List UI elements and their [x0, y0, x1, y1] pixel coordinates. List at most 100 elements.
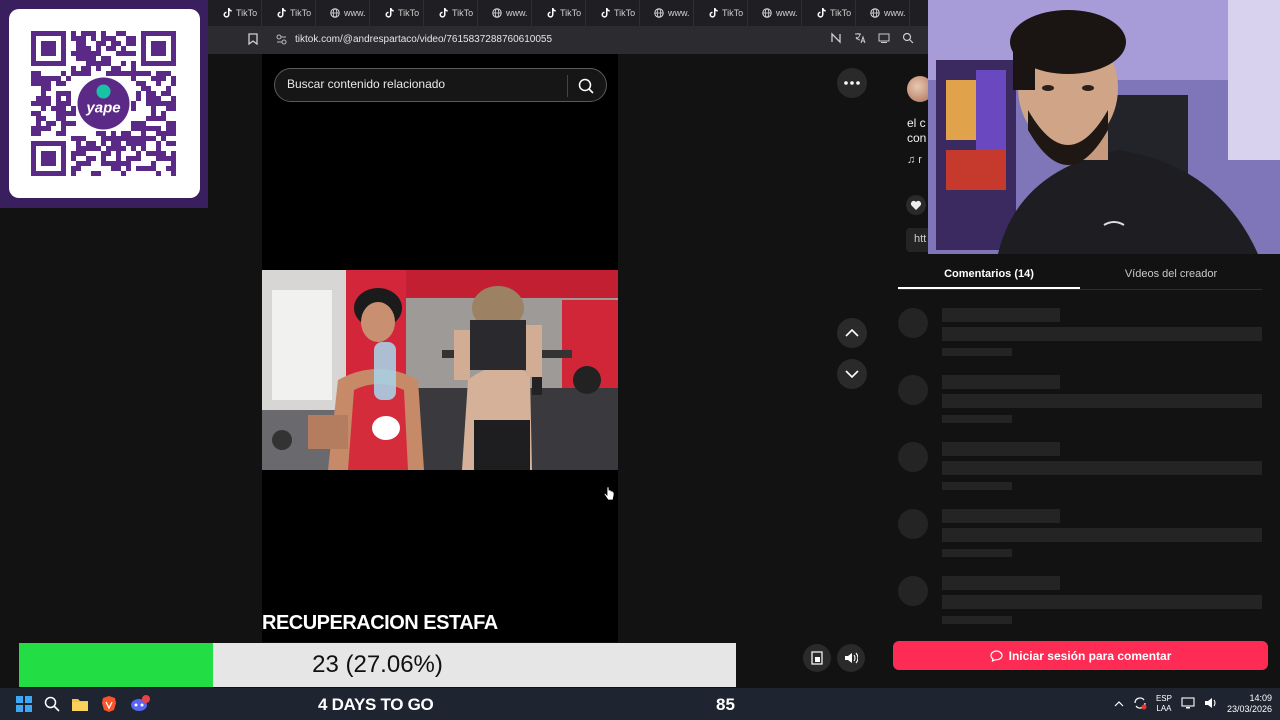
browser-tab[interactable]: www.: [856, 0, 910, 26]
next-video-button[interactable]: [837, 359, 867, 389]
browser-tab-label: www.: [344, 8, 366, 18]
goal-counter: 85: [716, 695, 735, 714]
bookmark-icon[interactable]: [248, 33, 258, 48]
url-text[interactable]: tiktok.com/@andrespartaco/video/76158372…: [295, 34, 552, 45]
mini-player-icon: [811, 651, 823, 665]
tiktok-icon: [276, 8, 286, 18]
tab-comments[interactable]: Comentarios (14): [898, 260, 1080, 289]
search-divider: [567, 75, 568, 97]
qr-overlay: yape: [0, 0, 208, 208]
start-button[interactable]: [12, 692, 36, 716]
tiktok-icon: [816, 8, 826, 18]
music-label[interactable]: ♫ r: [907, 154, 922, 166]
browser-tab[interactable]: www.: [640, 0, 694, 26]
comment-skeleton: [898, 576, 1268, 636]
discord-icon: [131, 695, 150, 711]
panel-tabs: Comentarios (14) Vídeos del creador: [898, 260, 1262, 290]
input-language[interactable]: ESP LAA: [1156, 694, 1172, 714]
screen: TikTo TikTo www. TikTo TikTo www. TikTo TikTo ww…: [0, 0, 1280, 720]
tiktok-icon: [708, 8, 718, 18]
browser-tab[interactable]: TikTo: [586, 0, 640, 26]
browser-tab[interactable]: TikTo: [208, 0, 262, 26]
windows-logo-icon: [16, 696, 32, 712]
search-input[interactable]: [287, 77, 557, 91]
browser-tab[interactable]: www.: [478, 0, 532, 26]
brave-icon: [102, 696, 116, 712]
browser-tab[interactable]: TikTo: [262, 0, 316, 26]
qr-card: yape: [9, 9, 200, 198]
globe-icon: [330, 8, 340, 18]
webcam-overlay: [928, 0, 1280, 254]
video-frame: [262, 270, 618, 470]
site-settings-icon[interactable]: [276, 34, 287, 48]
tiktok-icon: [222, 8, 232, 18]
comment-skeleton: [898, 442, 1268, 502]
floating-player-button[interactable]: [803, 644, 831, 672]
sync-icon[interactable]: [1133, 696, 1147, 712]
qr-code-image: yape: [31, 31, 176, 176]
clock-time: 14:09: [1249, 693, 1272, 703]
file-explorer-button[interactable]: [68, 692, 92, 716]
chevron-up-icon: [845, 329, 859, 337]
tiktok-icon: [546, 8, 556, 18]
heart-icon: [910, 200, 922, 210]
translate-icon[interactable]: [854, 32, 866, 47]
address-bar[interactable]: tiktok.com/@andrespartaco/video/76158372…: [208, 26, 928, 54]
more-options-button[interactable]: [837, 68, 867, 98]
progress-text: 23 (27.06%): [19, 643, 736, 687]
gym-scene-image: [262, 270, 618, 470]
streamer-webcam-image: [928, 0, 1280, 254]
system-tray: ESP LAA 14:09 23/03/2026: [1114, 690, 1272, 718]
previous-video-button[interactable]: [837, 318, 867, 348]
search-taskbar-button[interactable]: [40, 692, 64, 716]
chevron-down-icon: [845, 370, 859, 378]
browser-tab[interactable]: www.: [748, 0, 802, 26]
browser-tab-label: TikTo: [290, 8, 312, 18]
browser-tabstrip: TikTo TikTo www. TikTo TikTo www. TikTo TikTo ww…: [208, 0, 928, 26]
browser-tab[interactable]: TikTo: [802, 0, 856, 26]
browser-tab-label: www.: [776, 8, 798, 18]
discord-button[interactable]: [128, 692, 152, 716]
browser-tab[interactable]: TikTo: [694, 0, 748, 26]
folder-icon: [72, 699, 88, 711]
browser-tab[interactable]: TikTo: [370, 0, 424, 26]
browser-tab-label: TikTo: [830, 8, 852, 18]
system-clock[interactable]: 14:09 23/03/2026: [1227, 693, 1272, 715]
login-button-label: Iniciar sesión para comentar: [1008, 648, 1172, 663]
search-icon[interactable]: [577, 77, 595, 95]
network-icon[interactable]: [1181, 697, 1195, 711]
login-to-comment-button[interactable]: Iniciar sesión para comentar: [893, 641, 1268, 670]
browser-tab[interactable]: www.: [316, 0, 370, 26]
reader-mode-icon[interactable]: [830, 32, 842, 47]
tiktok-icon: [438, 8, 448, 18]
progress-value: 23 (27.06%): [312, 651, 443, 678]
chevron-up-icon[interactable]: [1114, 699, 1124, 709]
more-dots-icon: [844, 81, 860, 85]
like-button[interactable]: [906, 195, 926, 215]
windows-taskbar: 4 DAYS TO GO 85 ESP LAA 14:09 23/03/2026: [0, 688, 1280, 720]
cast-icon[interactable]: [878, 32, 890, 47]
yape-logo-text: yape: [85, 100, 120, 117]
globe-icon: [870, 8, 880, 18]
search-box: [274, 68, 607, 102]
goal-progress-bar: 23 (27.06%): [19, 643, 736, 687]
address-bar-actions: [830, 32, 914, 47]
comment-skeleton: [898, 375, 1268, 435]
volume-button[interactable]: [837, 644, 865, 672]
brave-browser-button[interactable]: [97, 692, 121, 716]
browser-tab-label: www.: [668, 8, 690, 18]
hand-cursor-icon: [603, 486, 615, 502]
browser-tab-label: www.: [884, 8, 906, 18]
comment-bubble-icon: [990, 649, 1003, 662]
browser-tab-label: TikTo: [614, 8, 636, 18]
browser-tab[interactable]: TikTo: [424, 0, 478, 26]
comment-skeleton: [898, 509, 1268, 569]
browser-tab-label: www.: [506, 8, 528, 18]
tiktok-icon: [384, 8, 394, 18]
tab-creator-videos[interactable]: Vídeos del creador: [1080, 260, 1262, 289]
globe-icon: [492, 8, 502, 18]
video-player[interactable]: RECUPERACION ESTAFA: [262, 54, 618, 642]
browser-tab[interactable]: TikTo: [532, 0, 586, 26]
zoom-icon[interactable]: [902, 32, 914, 47]
volume-icon[interactable]: [1204, 697, 1218, 711]
